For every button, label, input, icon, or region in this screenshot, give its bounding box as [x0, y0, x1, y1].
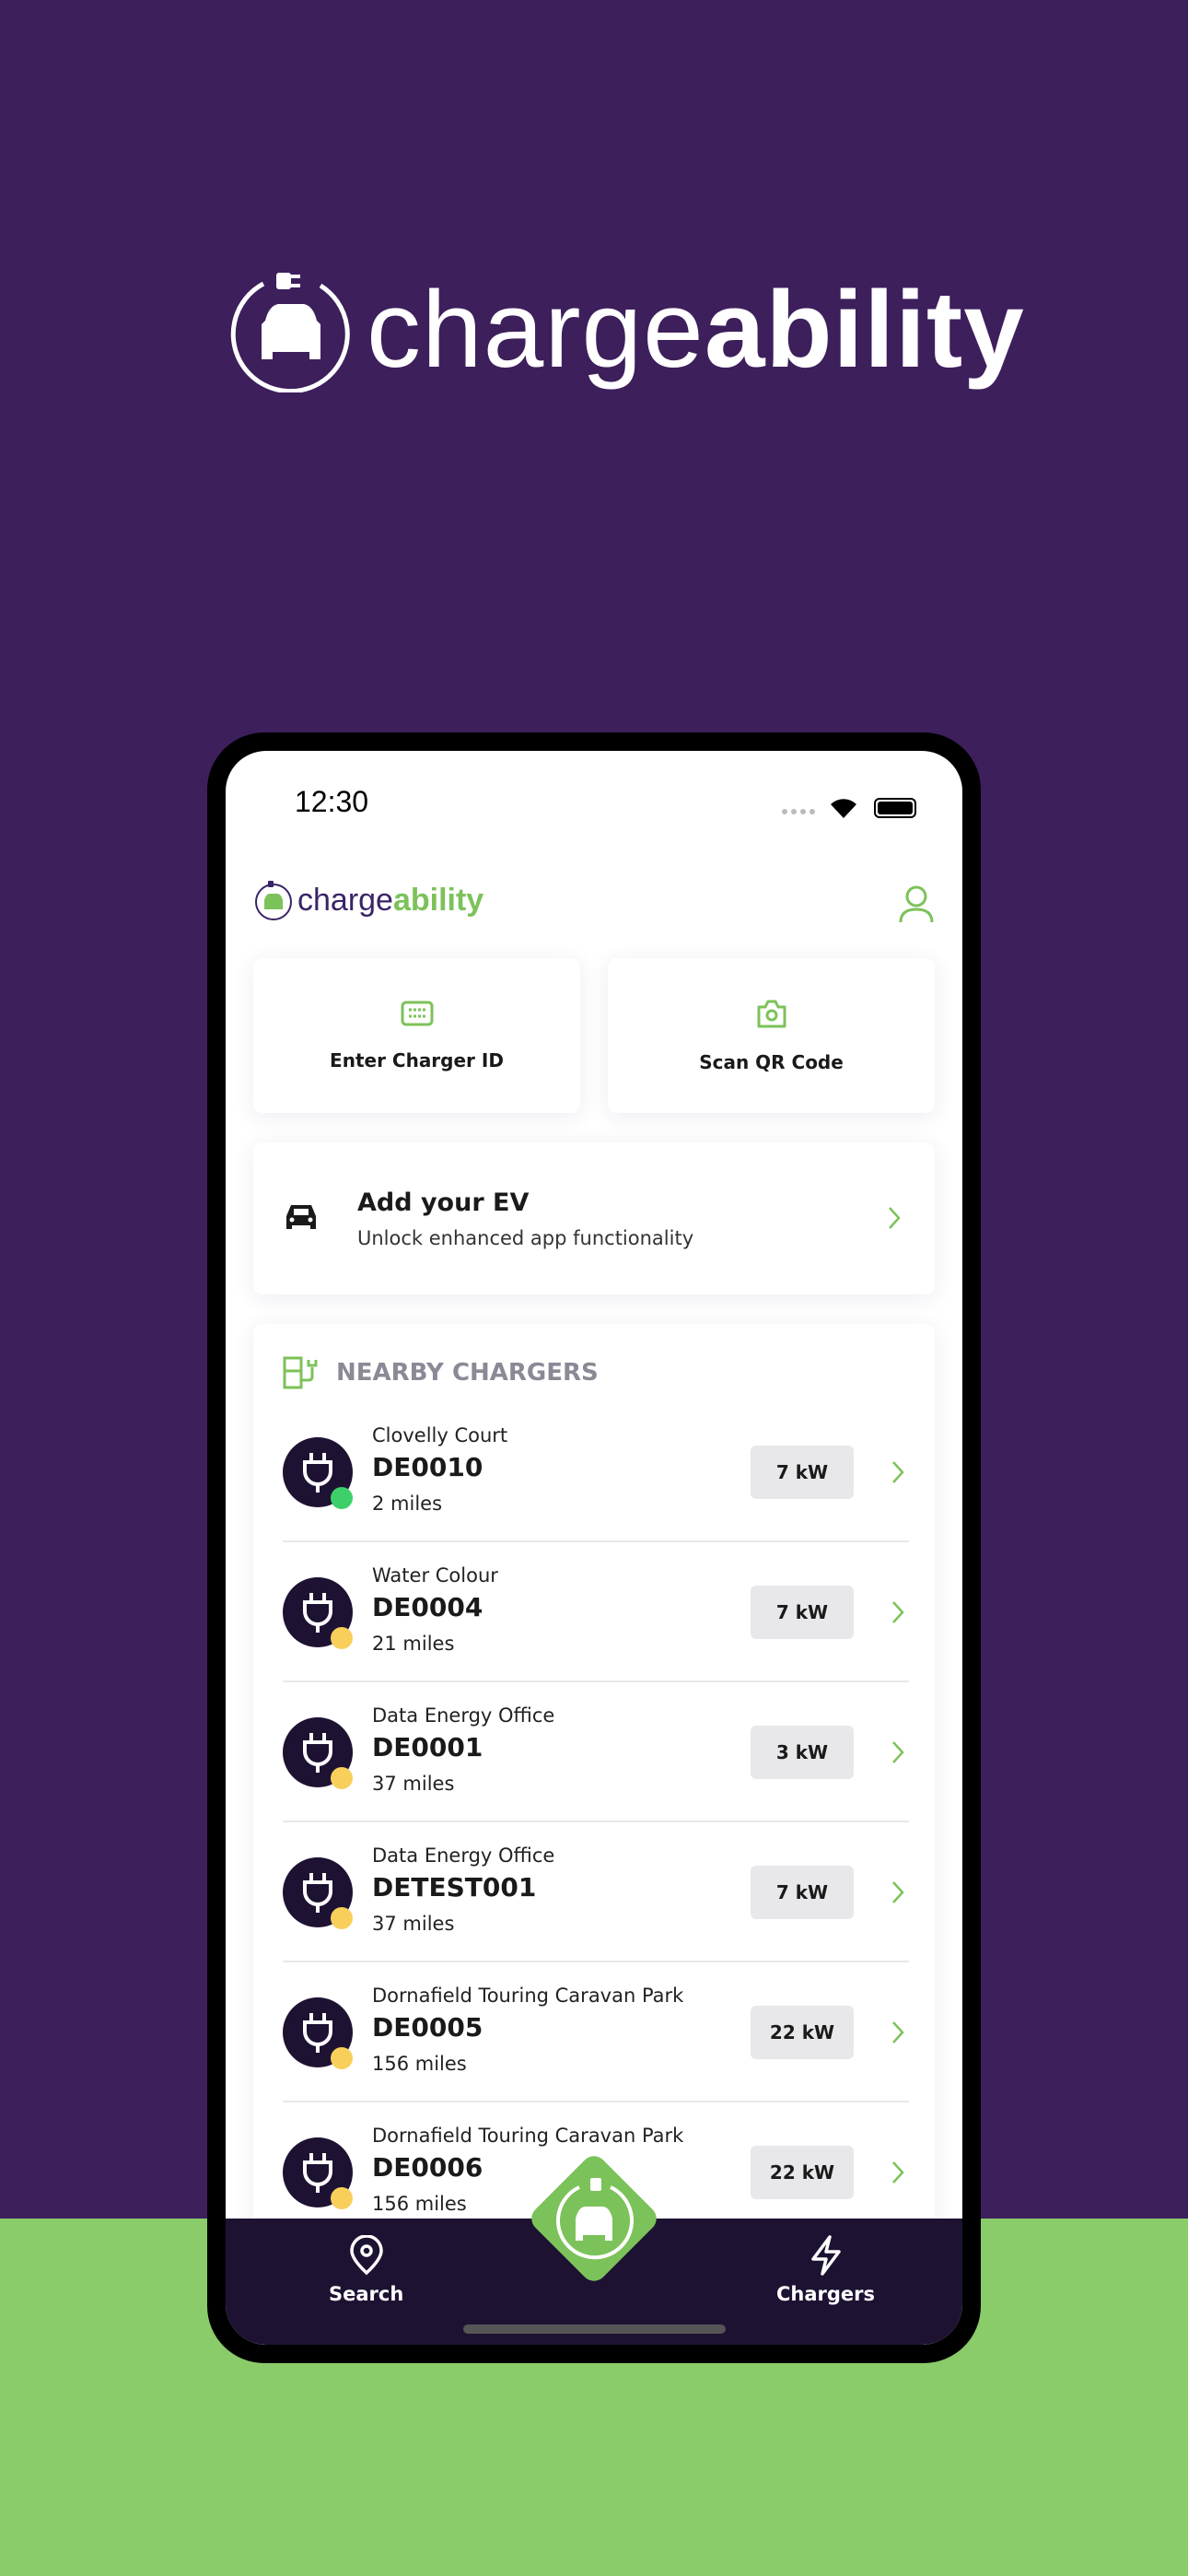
profile-icon[interactable]	[898, 885, 935, 924]
status-dot	[331, 1487, 353, 1509]
charger-location: Data Energy Office	[372, 1844, 555, 1867]
car-plug-logo-icon	[230, 273, 350, 392]
status-dot	[331, 1767, 353, 1789]
enter-charger-id-label: Enter Charger ID	[330, 1049, 504, 1071]
chevron-right-icon	[892, 2161, 904, 2184]
plug-icon	[303, 1593, 332, 1633]
nav-search-label: Search	[329, 2283, 404, 2305]
status-dot	[331, 1627, 353, 1649]
add-ev-subtitle: Unlock enhanced app functionality	[357, 1227, 694, 1249]
chevron-right-icon	[892, 1601, 904, 1623]
power-badge: 7 kW	[751, 1866, 854, 1919]
status-dot	[331, 2187, 353, 2209]
lightning-icon	[810, 2235, 841, 2276]
scan-qr-code-label: Scan QR Code	[699, 1051, 844, 1073]
charger-location: Dornafield Touring Caravan Park	[372, 1985, 684, 2007]
status-dot	[331, 1907, 353, 1929]
hero-wordmark: chargeability	[367, 269, 1025, 391]
charger-row[interactable]: Data Energy Office DETEST001 37 miles 7 …	[283, 1822, 909, 1962]
charger-location: Data Energy Office	[372, 1704, 555, 1727]
nav-chargers-label: Chargers	[776, 2283, 876, 2305]
chevron-right-icon	[892, 1461, 904, 1483]
charger-id: DE0010	[372, 1452, 483, 1482]
battery-icon	[874, 798, 916, 818]
phone-screen: 12:30 chargeability Enter Charger ID Sca…	[226, 751, 962, 2345]
charger-id: DE0006	[372, 2152, 483, 2183]
charger-location: Clovelly Court	[372, 1424, 508, 1446]
power-badge: 7 kW	[751, 1586, 854, 1639]
status-dot	[331, 2047, 353, 2069]
charging-station-icon	[283, 1356, 318, 1389]
charger-id: DETEST001	[372, 1872, 537, 1903]
chevron-right-icon	[892, 1881, 904, 1903]
charger-row[interactable]: Data Energy Office DE0001 37 miles 3 kW	[283, 1682, 909, 1822]
add-ev-title: Add your EV	[357, 1188, 530, 1217]
charger-row[interactable]: Clovelly Court DE0010 2 miles 7 kW	[283, 1402, 909, 1542]
app-logo: chargeability	[253, 880, 935, 920]
charger-distance: 156 miles	[372, 2053, 467, 2075]
charger-distance: 156 miles	[372, 2193, 467, 2215]
status-time: 12:30	[295, 785, 369, 818]
home-indicator	[463, 2324, 726, 2334]
status-bar: 12:30	[226, 774, 962, 829]
car-plug-logo-icon	[556, 2178, 634, 2260]
nav-chargers[interactable]: Chargers	[776, 2235, 875, 2305]
charger-location: Water Colour	[372, 1564, 498, 1587]
chevron-right-icon	[892, 1741, 904, 1763]
map-pin-icon	[349, 2235, 383, 2276]
hero-logo: chargeability	[228, 267, 1025, 392]
plug-icon	[303, 1453, 332, 1493]
nearby-chargers-header: NEARBY CHARGERS	[283, 1356, 599, 1389]
plug-icon	[303, 2013, 332, 2053]
charger-location: Dornafield Touring Caravan Park	[372, 2125, 684, 2147]
scan-qr-code-button[interactable]: Scan QR Code	[608, 958, 935, 1113]
camera-icon	[757, 1000, 786, 1028]
chevron-right-icon	[892, 2021, 904, 2043]
charger-id: DE0004	[372, 1592, 483, 1622]
home-diamond-button[interactable]	[526, 2150, 662, 2287]
wifi-icon	[831, 799, 856, 818]
phone-frame: 12:30 chargeability Enter Charger ID Sca…	[207, 732, 981, 2363]
app-header: chargeability	[253, 880, 935, 935]
app-wordmark: chargeability	[297, 882, 484, 918]
power-badge: 22 kW	[751, 2146, 854, 2199]
nav-search[interactable]: Search	[329, 2235, 403, 2305]
power-badge: 22 kW	[751, 2006, 854, 2059]
enter-charger-id-button[interactable]: Enter Charger ID	[253, 958, 580, 1113]
power-badge: 3 kW	[751, 1726, 854, 1779]
plug-icon	[303, 2153, 332, 2193]
signal-icon	[782, 809, 815, 814]
power-badge: 7 kW	[751, 1446, 854, 1499]
charger-distance: 37 miles	[372, 1913, 455, 1935]
charger-distance: 21 miles	[372, 1633, 455, 1655]
charger-id: DE0005	[372, 2012, 483, 2043]
charger-distance: 2 miles	[372, 1493, 443, 1515]
charger-row[interactable]: Water Colour DE0004 21 miles 7 kW	[283, 1542, 909, 1682]
charger-id: DE0001	[372, 1732, 483, 1762]
chevron-right-icon	[889, 1207, 901, 1229]
charger-distance: 37 miles	[372, 1773, 455, 1795]
nearby-chargers-title: NEARBY CHARGERS	[336, 1359, 599, 1387]
plug-icon	[303, 1733, 332, 1773]
charger-row[interactable]: Dornafield Touring Caravan Park DE0005 1…	[283, 1962, 909, 2102]
car-icon	[286, 1205, 316, 1229]
plug-icon	[303, 1873, 332, 1913]
car-plug-logo-icon	[255, 881, 292, 920]
add-ev-card[interactable]: Add your EV Unlock enhanced app function…	[253, 1142, 935, 1294]
keyboard-icon	[401, 1001, 433, 1026]
